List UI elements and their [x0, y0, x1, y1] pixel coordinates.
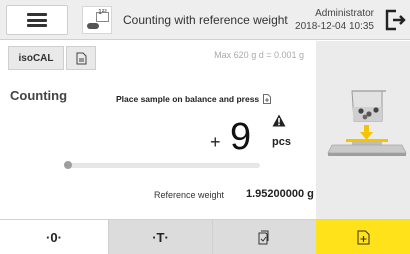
counting-app-icon[interactable]: 1²³ [82, 6, 112, 34]
weighing-panel: isoCAL Max 620 g d = 0.001 g Counting Pl… [8, 44, 314, 212]
reading-value: 9 [230, 116, 252, 158]
top-bar: 1²³ Counting with reference weight Admin… [0, 0, 410, 40]
app-icon-number: 1²³ [98, 9, 107, 16]
document-check-icon [258, 230, 269, 245]
document-add-icon [357, 230, 369, 245]
document-add-icon [263, 94, 272, 104]
instruction-row: Place sample on balance and press [116, 94, 272, 104]
logout-icon[interactable] [384, 8, 406, 32]
balance-illustration [327, 90, 407, 156]
function-key-bar: ·0· ·T· [0, 219, 410, 254]
app-title: Counting with reference weight [123, 13, 288, 27]
reference-weight-value: 1.95200000 g [246, 188, 314, 200]
reference-weight-label: Reference weight [154, 190, 225, 200]
reading-unit: pcs [272, 136, 291, 148]
weighing-range-bar [64, 163, 260, 168]
menu-button[interactable] [6, 5, 68, 35]
instruction-text: Place sample on balance and press [116, 94, 260, 104]
isocal-button[interactable]: isoCAL [8, 46, 64, 70]
user-info: Administrator 2018-12-04 10:35 [295, 7, 374, 33]
weighing-range-marker [64, 161, 72, 169]
reading-sign: + [210, 132, 221, 152]
protocol-button[interactable] [66, 46, 96, 70]
screen: 1²³ Counting with reference weight Admin… [0, 0, 410, 254]
zero-button[interactable]: ·0· [0, 220, 108, 254]
date-time: 2018-12-04 10:35 [295, 21, 374, 32]
balance-limits: Max 620 g d = 0.001 g [214, 50, 304, 60]
instruction-illustration [316, 41, 410, 219]
mode-label: Counting [10, 88, 68, 103]
warning-icon [272, 114, 286, 127]
tare-button[interactable]: ·T· [108, 220, 212, 254]
user-name: Administrator [315, 8, 374, 19]
set-reference-button[interactable] [316, 220, 410, 254]
menu-icon [27, 13, 47, 27]
print-protocol-button[interactable] [212, 220, 316, 254]
document-icon [76, 52, 86, 64]
